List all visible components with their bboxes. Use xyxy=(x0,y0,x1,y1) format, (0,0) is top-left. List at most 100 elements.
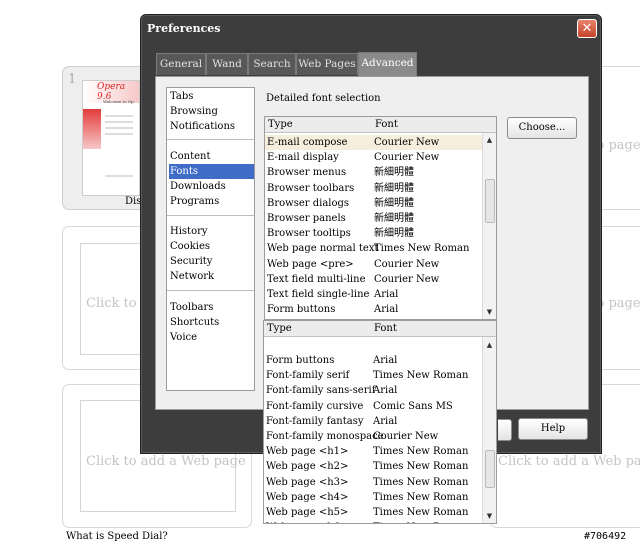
column-header-font: Font xyxy=(374,323,397,334)
font-row-type: Font-family serif xyxy=(266,370,350,382)
font-row[interactable]: Browser panels 新細明體 xyxy=(265,211,483,226)
lower-table-scrollbar[interactable]: ▲ ▼ xyxy=(482,337,496,523)
speed-dial-placeholder: Click to xyxy=(86,296,137,311)
category-fonts[interactable]: Fonts xyxy=(169,164,254,179)
font-row[interactable]: E-mail display Courier New xyxy=(265,150,483,165)
font-row-type: Text field single-line xyxy=(267,289,370,300)
category-voice[interactable]: Voice xyxy=(169,330,254,345)
category-programs[interactable]: Programs xyxy=(169,194,254,209)
font-row-font: Times New Roman xyxy=(373,446,469,458)
font-row-font: Arial xyxy=(374,304,399,316)
font-row[interactable]: Browser menus 新細明體 xyxy=(265,165,483,180)
category-network[interactable]: Network xyxy=(169,269,254,284)
scroll-down-icon[interactable]: ▼ xyxy=(483,510,496,522)
category-content[interactable]: Content xyxy=(169,149,254,164)
upper-table-scrollbar[interactable]: ▲ ▼ xyxy=(482,133,496,319)
preferences-dialog: Preferences ✕ General Wand Search Web Pa… xyxy=(140,14,602,524)
help-button[interactable]: Help xyxy=(518,418,588,440)
font-row[interactable]: Browser dialogs 新細明體 xyxy=(265,196,483,211)
font-row[interactable]: Web page <pre> Courier New xyxy=(265,257,483,272)
category-downloads[interactable]: Downloads xyxy=(169,179,254,194)
category-list[interactable]: Tabs Browsing Notifications Content Font… xyxy=(166,87,255,391)
font-row[interactable]: Web page <h2> Times New Roman xyxy=(264,459,482,474)
font-row-font: Courier New xyxy=(374,137,440,148)
font-row[interactable]: Font-family fantasy Arial xyxy=(264,414,482,429)
font-row[interactable]: Web page <h1> Times New Roman xyxy=(264,444,482,459)
font-row-font: Arial xyxy=(373,355,398,366)
font-row-font: Arial xyxy=(374,289,399,300)
watermark-text: #706492 xyxy=(584,531,627,542)
ok-button-partial[interactable] xyxy=(498,419,512,441)
font-row[interactable]: Web page <h6> Times New Roman xyxy=(264,520,482,523)
speed-dial-placeholder: b page xyxy=(596,138,640,153)
column-header-font: Font xyxy=(375,119,398,130)
section-title: Detailed font selection xyxy=(266,93,381,104)
category-history[interactable]: History xyxy=(169,224,254,239)
tab-web-pages[interactable]: Web Pages xyxy=(296,53,358,75)
scroll-up-icon[interactable]: ▲ xyxy=(483,134,496,146)
font-row-font: Courier New xyxy=(374,152,440,164)
font-row-type: Web page normal text xyxy=(267,243,379,255)
speed-dial-placeholder: b page xyxy=(596,296,640,311)
category-security[interactable]: Security xyxy=(169,254,254,269)
speed-dial-label: Dis xyxy=(125,196,142,207)
font-row-type: Text field multi-line xyxy=(267,273,366,285)
category-toolbars[interactable]: Toolbars xyxy=(169,300,254,315)
category-tabs[interactable]: Tabs xyxy=(169,89,254,104)
font-row[interactable]: Font-family serif Times New Roman xyxy=(264,368,482,383)
font-row-type: Browser menus xyxy=(267,167,347,179)
font-row-font: Arial xyxy=(373,415,398,427)
font-row[interactable]: Web page <h5> Times New Roman xyxy=(264,505,482,520)
font-row-type: Browser tooltips xyxy=(267,228,351,240)
font-row-type: Font-family monospace xyxy=(266,431,384,442)
choose-font-button[interactable]: Choose... xyxy=(507,117,577,139)
font-row-type: Font-family fantasy xyxy=(266,415,364,427)
scroll-thumb[interactable] xyxy=(485,450,495,488)
font-row-font: Times New Roman xyxy=(373,491,469,503)
font-row[interactable]: Form buttons Arial xyxy=(265,302,483,317)
font-row-font: Comic Sans MS xyxy=(373,400,453,412)
column-header-type: Type xyxy=(267,323,292,334)
scroll-down-icon[interactable]: ▼ xyxy=(483,306,496,318)
font-row[interactable]: Font-family sans-serif Arial xyxy=(264,383,482,398)
scroll-up-icon[interactable]: ▲ xyxy=(483,339,496,351)
font-row-font: 新細明體 xyxy=(374,182,414,194)
font-row-type: Form buttons xyxy=(267,304,336,316)
font-type-dropdown[interactable]: Type Font Form buttons Arial Font-family s… xyxy=(263,320,497,524)
tab-advanced[interactable]: Advanced xyxy=(358,52,417,76)
category-cookies[interactable]: Cookies xyxy=(169,239,254,254)
font-row[interactable]: Font-family monospace Courier New xyxy=(264,429,482,444)
close-button[interactable]: ✕ xyxy=(577,19,597,38)
font-row-font: Times New Roman xyxy=(373,520,468,523)
font-row-type: Browser dialogs xyxy=(267,197,350,209)
tab-wand[interactable]: Wand xyxy=(206,53,248,75)
font-row[interactable]: Web page normal text Times New Roman xyxy=(265,241,483,256)
speed-dial-thumbnail[interactable]: Opera 9.6 Welcome to Op xyxy=(82,80,140,196)
scroll-thumb[interactable] xyxy=(485,179,495,223)
font-row-type: E-mail compose xyxy=(267,137,348,148)
font-type-table[interactable]: Type Font E-mail compose Courier New E-mai… xyxy=(264,116,497,320)
font-row[interactable]: Form buttons Arial xyxy=(264,353,482,368)
font-row[interactable]: Browser toolbars 新細明體 xyxy=(265,181,483,196)
font-row-font: Times New Roman xyxy=(373,476,469,488)
font-row-type: Web page <h1> xyxy=(266,446,349,458)
font-row-font: Courier New xyxy=(373,431,439,442)
font-row[interactable]: Web page <h4> Times New Roman xyxy=(264,490,482,505)
font-row[interactable]: Web page <h3> Times New Roman xyxy=(264,475,482,490)
font-row[interactable]: Browser tooltips 新細明體 xyxy=(265,226,483,241)
font-row-font: Courier New xyxy=(374,273,440,285)
font-row-type: Web page <h6> xyxy=(266,520,348,523)
tab-general[interactable]: General xyxy=(156,53,206,75)
font-row[interactable]: Text field single-line Arial xyxy=(265,287,483,302)
category-browsing[interactable]: Browsing xyxy=(169,104,254,119)
category-notifications[interactable]: Notifications xyxy=(169,119,254,134)
font-row[interactable]: E-mail compose Courier New xyxy=(265,135,483,150)
font-row-font: 新細明體 xyxy=(374,213,414,224)
font-row-type: Web page <h5> xyxy=(266,507,349,518)
font-row[interactable]: Font-family cursive Comic Sans MS xyxy=(264,399,482,414)
speed-dial-help-link[interactable]: What is Speed Dial? xyxy=(66,531,168,542)
tab-search[interactable]: Search xyxy=(248,53,296,75)
font-row[interactable]: Text field multi-line Courier New xyxy=(265,272,483,287)
font-row-font: 新細明體 xyxy=(374,197,414,209)
category-shortcuts[interactable]: Shortcuts xyxy=(169,315,254,330)
